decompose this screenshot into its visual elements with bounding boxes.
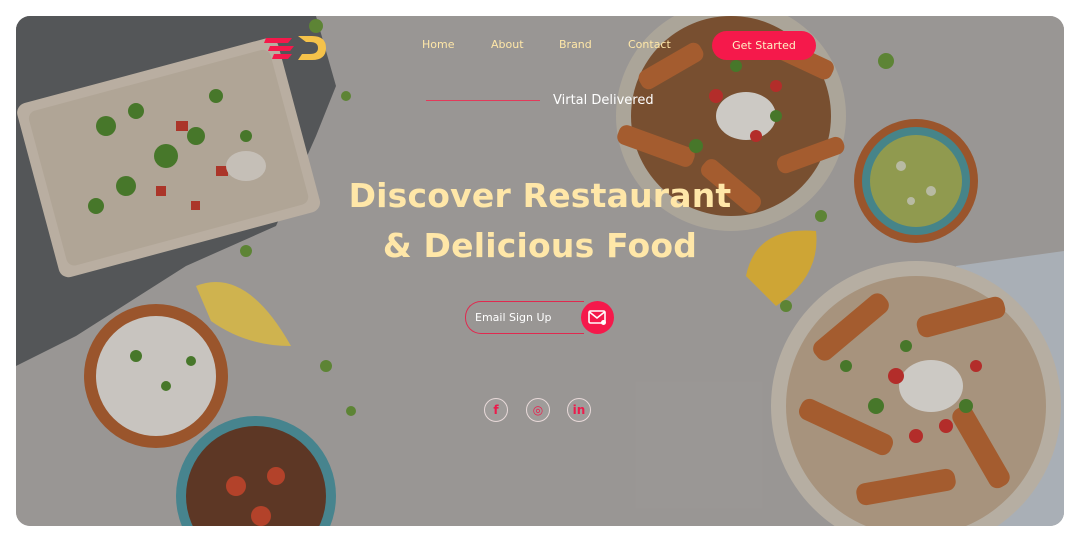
email-signup-button[interactable] — [581, 301, 614, 334]
email-signup-placeholder: Email Sign Up — [475, 311, 552, 324]
hero-title-line2: & Delicious Food — [382, 226, 698, 265]
tagline-divider — [426, 100, 540, 101]
tagline: Virtal Delivered — [553, 93, 654, 108]
mail-icon — [588, 310, 606, 325]
hero-section: Home About Brand Contact Get Started Vir… — [16, 16, 1064, 526]
facebook-link[interactable]: f — [484, 398, 508, 422]
instagram-icon: ◎ — [532, 403, 544, 417]
instagram-link[interactable]: ◎ — [526, 398, 550, 422]
nav-contact-link[interactable]: Contact — [628, 38, 671, 51]
linkedin-icon: in — [572, 403, 586, 417]
nav-home-link[interactable]: Home — [422, 38, 454, 51]
facebook-icon: f — [493, 403, 499, 417]
hero-title-line1: Discover Restaurant — [348, 176, 732, 215]
linkedin-link[interactable]: in — [567, 398, 591, 422]
nav-brand-link[interactable]: Brand — [559, 38, 592, 51]
background-overlay — [16, 16, 1064, 526]
nav-about-link[interactable]: About — [491, 38, 524, 51]
brand-logo[interactable] — [264, 32, 330, 62]
get-started-button[interactable]: Get Started — [712, 31, 816, 60]
